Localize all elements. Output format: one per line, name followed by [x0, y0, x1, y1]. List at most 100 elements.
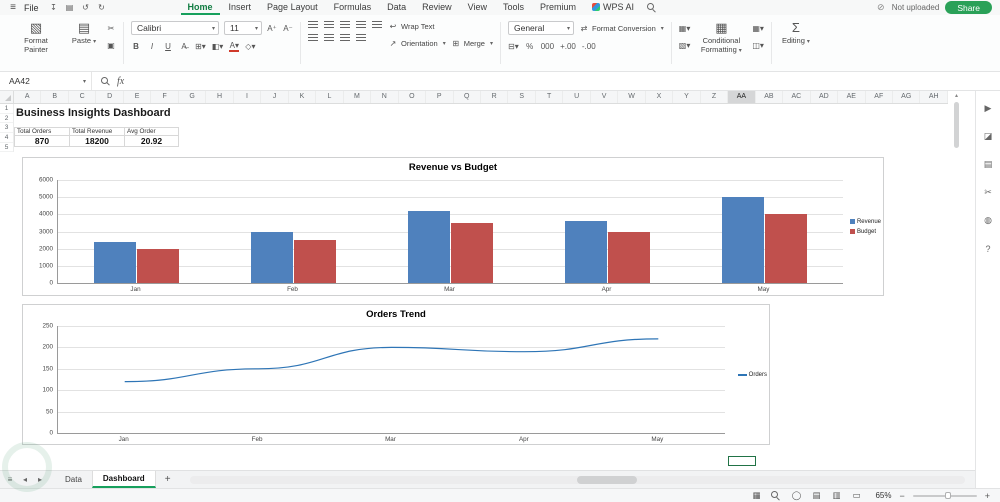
underline-button[interactable]: U — [163, 41, 173, 52]
record-macro-icon[interactable]: ◯ — [791, 490, 802, 501]
column-header-s[interactable]: S — [508, 91, 536, 103]
zoom-level[interactable]: 65% — [875, 491, 891, 500]
format-as-table-button[interactable]: ▦▾ — [679, 23, 691, 34]
column-header-b[interactable]: B — [41, 91, 69, 103]
column-header-r[interactable]: R — [481, 91, 509, 103]
menu-tab-view[interactable]: View — [461, 1, 494, 15]
column-header-u[interactable]: U — [563, 91, 591, 103]
menu-tab-premium[interactable]: Premium — [533, 1, 583, 15]
column-header-ah[interactable]: AH — [920, 91, 948, 103]
menu-tab-page-layout[interactable]: Page Layout — [260, 1, 325, 15]
column-header-o[interactable]: O — [399, 91, 427, 103]
italic-button[interactable]: I — [147, 41, 157, 52]
column-header-e[interactable]: E — [124, 91, 152, 103]
align-bottom-button[interactable] — [340, 21, 350, 28]
number-format-select[interactable]: General ▾ — [507, 21, 574, 35]
justify-button[interactable] — [356, 34, 366, 41]
menu-tab-formulas[interactable]: Formulas — [327, 1, 379, 15]
pointer-select-icon[interactable]: ▶ — [983, 103, 993, 114]
print-icon[interactable]: ▤ — [65, 2, 75, 13]
prev-sheet-icon[interactable]: ◂ — [20, 474, 30, 485]
select-all-corner[interactable] — [0, 91, 14, 103]
indent-decrease-button[interactable] — [356, 21, 366, 28]
zoom-slider[interactable] — [912, 492, 977, 499]
column-header-ab[interactable]: AB — [756, 91, 784, 103]
cell-style-button[interactable]: ▧▾ — [679, 40, 691, 51]
wrap-text-button[interactable]: ↩ Wrap Text — [388, 21, 493, 32]
column-header-m[interactable]: M — [344, 91, 372, 103]
column-header-q[interactable]: Q — [454, 91, 481, 103]
format-conversion-button[interactable]: ⇄ Format Conversion ▾ — [579, 23, 664, 34]
column-header-x[interactable]: X — [646, 91, 674, 103]
selected-cell[interactable] — [728, 456, 756, 466]
column-header-t[interactable]: T — [536, 91, 564, 103]
align-center-button[interactable] — [324, 34, 334, 41]
column-header-h[interactable]: H — [206, 91, 234, 103]
row-header-3[interactable]: 3 — [0, 123, 13, 134]
redo-icon[interactable]: ↻ — [97, 2, 107, 13]
vertical-scrollbar[interactable]: ▴ — [952, 92, 961, 462]
revenue-vs-budget-chart[interactable]: Revenue vs Budget 0 1000 2000 3000 4000 5000 6… — [22, 157, 884, 296]
paste-button[interactable]: ▤ Paste ▾ — [67, 18, 101, 49]
name-box[interactable]: AA42 ▾ — [0, 72, 92, 90]
column-header-w[interactable]: W — [618, 91, 646, 103]
align-top-button[interactable] — [308, 21, 318, 28]
accounting-format-button[interactable]: ⊟▾ — [508, 41, 519, 52]
align-right-button[interactable] — [340, 34, 350, 41]
fx-label[interactable]: fx — [117, 76, 124, 87]
column-header-a[interactable]: A — [14, 91, 42, 103]
file-menu[interactable]: File — [24, 3, 39, 13]
column-header-aa[interactable]: AA — [728, 91, 756, 103]
orientation-button[interactable]: ↗ Orientation ▾ — [388, 38, 446, 49]
help-panel-icon[interactable]: ? — [983, 243, 993, 254]
borders-button[interactable]: ⊞▾ — [195, 41, 206, 52]
page-break-preview-icon[interactable]: ▭ — [851, 490, 861, 501]
zoom-slider-thumb[interactable] — [944, 492, 951, 499]
zoom-out-button[interactable]: − — [899, 491, 904, 501]
decrease-decimal-button[interactable]: -.00 — [582, 41, 596, 52]
paste-dropdown-icon[interactable]: ▾ — [93, 39, 96, 45]
add-sheet-button[interactable]: + — [158, 474, 178, 485]
column-header-l[interactable]: L — [316, 91, 344, 103]
copy-icon[interactable]: ▣ — [106, 40, 116, 51]
phonetic-guide-button[interactable]: ◇▾ — [245, 41, 255, 52]
font-color-button[interactable]: A▾ — [229, 41, 240, 52]
row-header-1[interactable]: 1 — [0, 104, 13, 114]
bold-button[interactable]: B — [131, 41, 141, 52]
shape-style-button[interactable]: ◫▾ — [752, 40, 764, 51]
menu-tab-data[interactable]: Data — [380, 1, 413, 15]
shapes-panel-icon[interactable]: ◪ — [983, 131, 993, 142]
vertical-scrollbar-thumb[interactable] — [954, 102, 959, 148]
merge-button[interactable]: ⊞ Merge ▾ — [451, 38, 493, 49]
column-header-z[interactable]: Z — [701, 91, 729, 103]
column-header-n[interactable]: N — [371, 91, 399, 103]
menu-tab-review[interactable]: Review — [415, 1, 459, 15]
column-header-ad[interactable]: AD — [811, 91, 839, 103]
search-icon[interactable] — [647, 3, 656, 12]
horizontal-scrollbar-thumb[interactable] — [577, 475, 638, 484]
function-search-icon[interactable] — [101, 76, 110, 86]
menu-tab-home[interactable]: Home — [180, 1, 220, 15]
increase-decimal-button[interactable]: +.00 — [560, 41, 576, 52]
menu-tab-wps-ai[interactable]: WPS AI — [585, 1, 641, 15]
column-header-c[interactable]: C — [69, 91, 97, 103]
editing-button[interactable]: Σ Editing ▾ — [779, 18, 813, 49]
scroll-up-icon[interactable]: ▴ — [955, 92, 958, 100]
column-header-v[interactable]: V — [591, 91, 619, 103]
menu-tab-insert[interactable]: Insert — [222, 1, 259, 15]
page-layout-view-icon[interactable]: ▥ — [831, 490, 841, 501]
column-header-f[interactable]: F — [151, 91, 179, 103]
column-header-ag[interactable]: AG — [893, 91, 921, 103]
screenshot-tool-icon[interactable]: ✂ — [983, 187, 993, 198]
column-header-g[interactable]: G — [179, 91, 207, 103]
fill-color-button[interactable]: ◧▾ — [212, 41, 224, 52]
undo-icon[interactable]: ↺ — [81, 2, 91, 13]
conditional-formatting-button[interactable]: ▦ Conditional Formatting ▾ — [695, 18, 747, 57]
clipboard-panel-icon[interactable]: ▤ — [983, 159, 993, 170]
sheet-list-icon[interactable]: ≡ — [5, 474, 15, 485]
column-header-d[interactable]: D — [96, 91, 124, 103]
sheet-tab-data[interactable]: Data — [55, 471, 92, 488]
cut-icon[interactable]: ✂ — [106, 23, 116, 34]
sheet-grid[interactable]: 12345 Business Insights Dashboard Total … — [0, 104, 948, 470]
main-menu-icon[interactable]: ≡ — [8, 2, 18, 13]
